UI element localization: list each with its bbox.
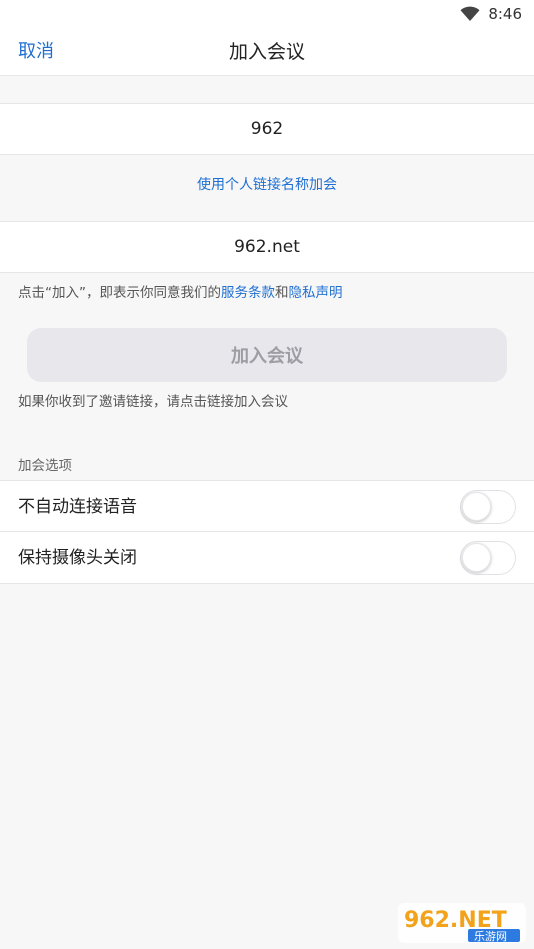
- toggle-knob: [462, 492, 491, 521]
- watermark-logo: 962.NET 乐游网: [398, 903, 526, 943]
- watermark-subtitle: 乐游网: [474, 930, 507, 943]
- auto-audio-toggle[interactable]: [460, 490, 516, 524]
- terms-link[interactable]: 服务条款: [221, 285, 275, 301]
- agreement-prefix: 点击“加入”，即表示你同意我们的: [18, 285, 221, 301]
- option-label: 不自动连接语音: [18, 497, 137, 517]
- display-name-input[interactable]: [0, 222, 534, 272]
- privacy-link[interactable]: 隐私声明: [289, 285, 343, 301]
- wifi-icon: [460, 6, 480, 21]
- agreement-text: 点击“加入”，即表示你同意我们的服务条款和隐私声明: [18, 283, 343, 303]
- display-name-field: [0, 221, 534, 273]
- status-bar: 8:46: [0, 0, 534, 28]
- option-row-auto-audio: 不自动连接语音: [0, 480, 534, 532]
- join-meeting-button[interactable]: 加入会议: [27, 328, 507, 382]
- camera-off-toggle[interactable]: [460, 541, 516, 575]
- option-row-camera-off: 保持摄像头关闭: [0, 532, 534, 584]
- meeting-id-field: [0, 103, 534, 155]
- personal-link-button[interactable]: 使用个人链接名称加会: [0, 174, 534, 196]
- option-label: 保持摄像头关闭: [18, 548, 137, 568]
- agreement-conjunction: 和: [275, 285, 289, 301]
- options-section-title: 加会选项: [18, 458, 72, 474]
- meeting-id-input[interactable]: [0, 104, 534, 154]
- status-time: 8:46: [488, 5, 522, 23]
- toggle-knob: [462, 543, 491, 572]
- page-title: 加入会议: [228, 41, 305, 63]
- nav-bar: 取消 加入会议: [0, 28, 534, 76]
- invite-hint: 如果你收到了邀请链接，请点击链接加入会议: [18, 394, 288, 410]
